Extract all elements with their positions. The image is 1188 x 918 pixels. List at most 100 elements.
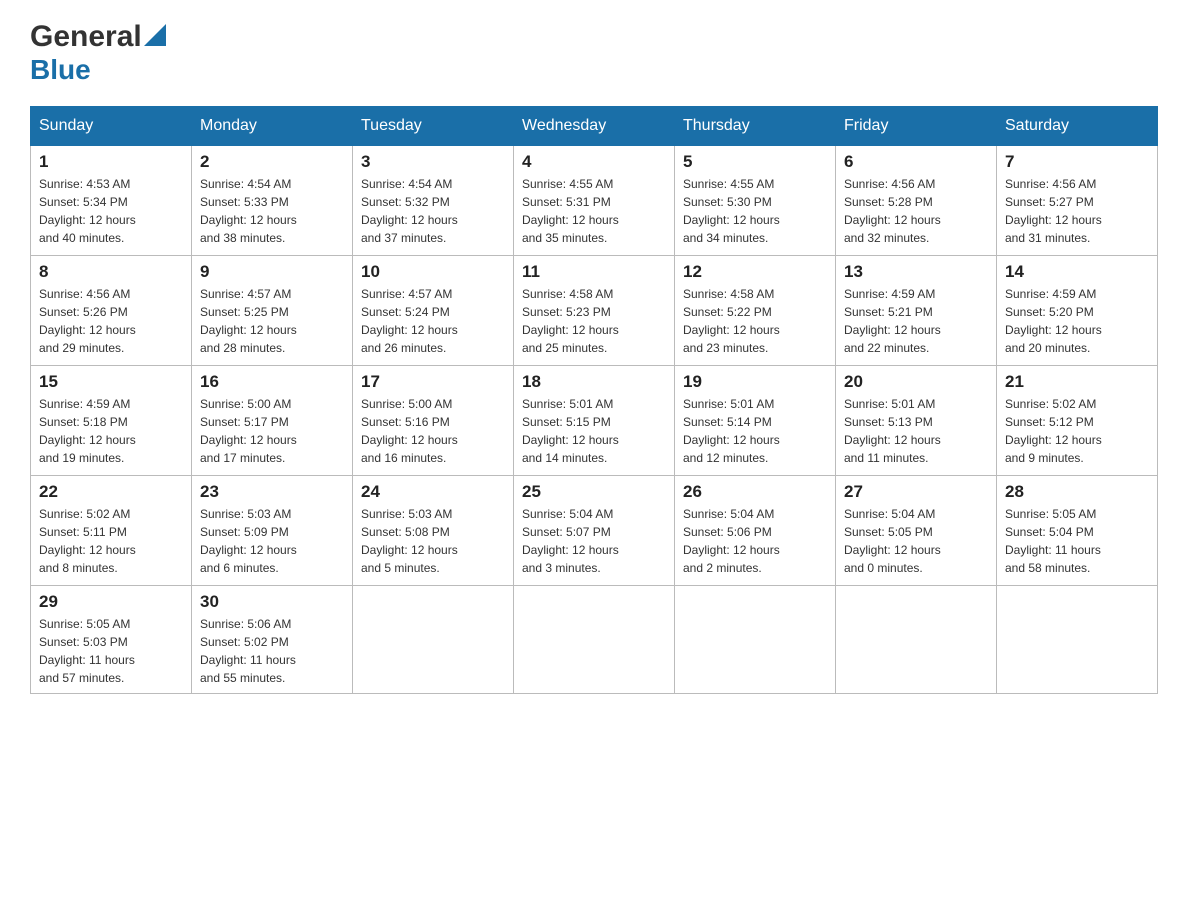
calendar-cell: 8 Sunrise: 4:56 AMSunset: 5:26 PMDayligh… (31, 256, 192, 366)
calendar-cell: 18 Sunrise: 5:01 AMSunset: 5:15 PMDaylig… (514, 366, 675, 476)
day-info: Sunrise: 4:59 AMSunset: 5:20 PMDaylight:… (1005, 285, 1149, 357)
calendar-cell: 19 Sunrise: 5:01 AMSunset: 5:14 PMDaylig… (675, 366, 836, 476)
calendar-table: SundayMondayTuesdayWednesdayThursdayFrid… (30, 106, 1158, 694)
calendar-cell: 1 Sunrise: 4:53 AMSunset: 5:34 PMDayligh… (31, 146, 192, 256)
calendar-cell: 11 Sunrise: 4:58 AMSunset: 5:23 PMDaylig… (514, 256, 675, 366)
page-header: General Blue (30, 20, 1158, 86)
calendar-cell: 14 Sunrise: 4:59 AMSunset: 5:20 PMDaylig… (997, 256, 1158, 366)
day-number: 28 (1005, 482, 1149, 502)
day-info: Sunrise: 4:55 AMSunset: 5:30 PMDaylight:… (683, 175, 827, 247)
calendar-cell (997, 586, 1158, 694)
day-number: 13 (844, 262, 988, 282)
day-info: Sunrise: 4:55 AMSunset: 5:31 PMDaylight:… (522, 175, 666, 247)
calendar-cell: 27 Sunrise: 5:04 AMSunset: 5:05 PMDaylig… (836, 476, 997, 586)
day-number: 27 (844, 482, 988, 502)
day-info: Sunrise: 5:04 AMSunset: 5:07 PMDaylight:… (522, 505, 666, 577)
day-info: Sunrise: 5:00 AMSunset: 5:17 PMDaylight:… (200, 395, 344, 467)
day-number: 4 (522, 152, 666, 172)
day-number: 29 (39, 592, 183, 612)
column-header-tuesday: Tuesday (353, 107, 514, 146)
calendar-cell: 26 Sunrise: 5:04 AMSunset: 5:06 PMDaylig… (675, 476, 836, 586)
day-info: Sunrise: 4:53 AMSunset: 5:34 PMDaylight:… (39, 175, 183, 247)
day-number: 18 (522, 372, 666, 392)
calendar-cell: 23 Sunrise: 5:03 AMSunset: 5:09 PMDaylig… (192, 476, 353, 586)
day-info: Sunrise: 4:56 AMSunset: 5:28 PMDaylight:… (844, 175, 988, 247)
column-header-saturday: Saturday (997, 107, 1158, 146)
calendar-week-row: 22 Sunrise: 5:02 AMSunset: 5:11 PMDaylig… (31, 476, 1158, 586)
calendar-cell: 25 Sunrise: 5:04 AMSunset: 5:07 PMDaylig… (514, 476, 675, 586)
day-info: Sunrise: 5:05 AMSunset: 5:04 PMDaylight:… (1005, 505, 1149, 577)
calendar-cell: 2 Sunrise: 4:54 AMSunset: 5:33 PMDayligh… (192, 146, 353, 256)
day-number: 15 (39, 372, 183, 392)
day-number: 1 (39, 152, 183, 172)
day-info: Sunrise: 4:59 AMSunset: 5:21 PMDaylight:… (844, 285, 988, 357)
calendar-cell: 4 Sunrise: 4:55 AMSunset: 5:31 PMDayligh… (514, 146, 675, 256)
day-number: 3 (361, 152, 505, 172)
day-info: Sunrise: 5:02 AMSunset: 5:11 PMDaylight:… (39, 505, 183, 577)
day-number: 22 (39, 482, 183, 502)
day-info: Sunrise: 5:04 AMSunset: 5:05 PMDaylight:… (844, 505, 988, 577)
column-header-wednesday: Wednesday (514, 107, 675, 146)
column-header-thursday: Thursday (675, 107, 836, 146)
day-info: Sunrise: 4:56 AMSunset: 5:26 PMDaylight:… (39, 285, 183, 357)
column-header-friday: Friday (836, 107, 997, 146)
calendar-cell: 20 Sunrise: 5:01 AMSunset: 5:13 PMDaylig… (836, 366, 997, 476)
calendar-cell: 22 Sunrise: 5:02 AMSunset: 5:11 PMDaylig… (31, 476, 192, 586)
day-info: Sunrise: 4:58 AMSunset: 5:22 PMDaylight:… (683, 285, 827, 357)
day-info: Sunrise: 5:01 AMSunset: 5:15 PMDaylight:… (522, 395, 666, 467)
calendar-cell: 29 Sunrise: 5:05 AMSunset: 5:03 PMDaylig… (31, 586, 192, 694)
day-number: 20 (844, 372, 988, 392)
day-number: 16 (200, 372, 344, 392)
day-number: 21 (1005, 372, 1149, 392)
calendar-cell: 15 Sunrise: 4:59 AMSunset: 5:18 PMDaylig… (31, 366, 192, 476)
day-info: Sunrise: 5:06 AMSunset: 5:02 PMDaylight:… (200, 615, 344, 687)
calendar-cell: 3 Sunrise: 4:54 AMSunset: 5:32 PMDayligh… (353, 146, 514, 256)
day-info: Sunrise: 5:01 AMSunset: 5:13 PMDaylight:… (844, 395, 988, 467)
calendar-cell: 16 Sunrise: 5:00 AMSunset: 5:17 PMDaylig… (192, 366, 353, 476)
calendar-cell: 9 Sunrise: 4:57 AMSunset: 5:25 PMDayligh… (192, 256, 353, 366)
calendar-cell: 17 Sunrise: 5:00 AMSunset: 5:16 PMDaylig… (353, 366, 514, 476)
day-number: 7 (1005, 152, 1149, 172)
day-number: 26 (683, 482, 827, 502)
calendar-cell (675, 586, 836, 694)
day-number: 11 (522, 262, 666, 282)
day-info: Sunrise: 5:03 AMSunset: 5:09 PMDaylight:… (200, 505, 344, 577)
calendar-cell: 5 Sunrise: 4:55 AMSunset: 5:30 PMDayligh… (675, 146, 836, 256)
column-header-sunday: Sunday (31, 107, 192, 146)
calendar-cell: 28 Sunrise: 5:05 AMSunset: 5:04 PMDaylig… (997, 476, 1158, 586)
calendar-cell: 30 Sunrise: 5:06 AMSunset: 5:02 PMDaylig… (192, 586, 353, 694)
day-number: 14 (1005, 262, 1149, 282)
calendar-cell (836, 586, 997, 694)
day-number: 6 (844, 152, 988, 172)
day-number: 10 (361, 262, 505, 282)
calendar-cell: 24 Sunrise: 5:03 AMSunset: 5:08 PMDaylig… (353, 476, 514, 586)
day-info: Sunrise: 4:56 AMSunset: 5:27 PMDaylight:… (1005, 175, 1149, 247)
day-info: Sunrise: 5:04 AMSunset: 5:06 PMDaylight:… (683, 505, 827, 577)
calendar-cell: 6 Sunrise: 4:56 AMSunset: 5:28 PMDayligh… (836, 146, 997, 256)
day-number: 30 (200, 592, 344, 612)
day-info: Sunrise: 4:58 AMSunset: 5:23 PMDaylight:… (522, 285, 666, 357)
logo: General Blue (30, 20, 166, 86)
day-info: Sunrise: 5:05 AMSunset: 5:03 PMDaylight:… (39, 615, 183, 687)
day-number: 25 (522, 482, 666, 502)
day-info: Sunrise: 5:00 AMSunset: 5:16 PMDaylight:… (361, 395, 505, 467)
calendar-week-row: 15 Sunrise: 4:59 AMSunset: 5:18 PMDaylig… (31, 366, 1158, 476)
day-number: 12 (683, 262, 827, 282)
day-number: 17 (361, 372, 505, 392)
calendar-cell (353, 586, 514, 694)
day-info: Sunrise: 4:54 AMSunset: 5:32 PMDaylight:… (361, 175, 505, 247)
day-info: Sunrise: 5:03 AMSunset: 5:08 PMDaylight:… (361, 505, 505, 577)
logo-blue-text: Blue (30, 54, 91, 85)
day-info: Sunrise: 4:57 AMSunset: 5:25 PMDaylight:… (200, 285, 344, 357)
day-number: 19 (683, 372, 827, 392)
day-number: 23 (200, 482, 344, 502)
day-info: Sunrise: 4:59 AMSunset: 5:18 PMDaylight:… (39, 395, 183, 467)
day-info: Sunrise: 4:54 AMSunset: 5:33 PMDaylight:… (200, 175, 344, 247)
logo-triangle-icon (144, 24, 166, 46)
calendar-cell: 10 Sunrise: 4:57 AMSunset: 5:24 PMDaylig… (353, 256, 514, 366)
calendar-cell: 12 Sunrise: 4:58 AMSunset: 5:22 PMDaylig… (675, 256, 836, 366)
calendar-cell: 13 Sunrise: 4:59 AMSunset: 5:21 PMDaylig… (836, 256, 997, 366)
day-number: 9 (200, 262, 344, 282)
logo-general-text: General (30, 20, 142, 54)
calendar-week-row: 29 Sunrise: 5:05 AMSunset: 5:03 PMDaylig… (31, 586, 1158, 694)
